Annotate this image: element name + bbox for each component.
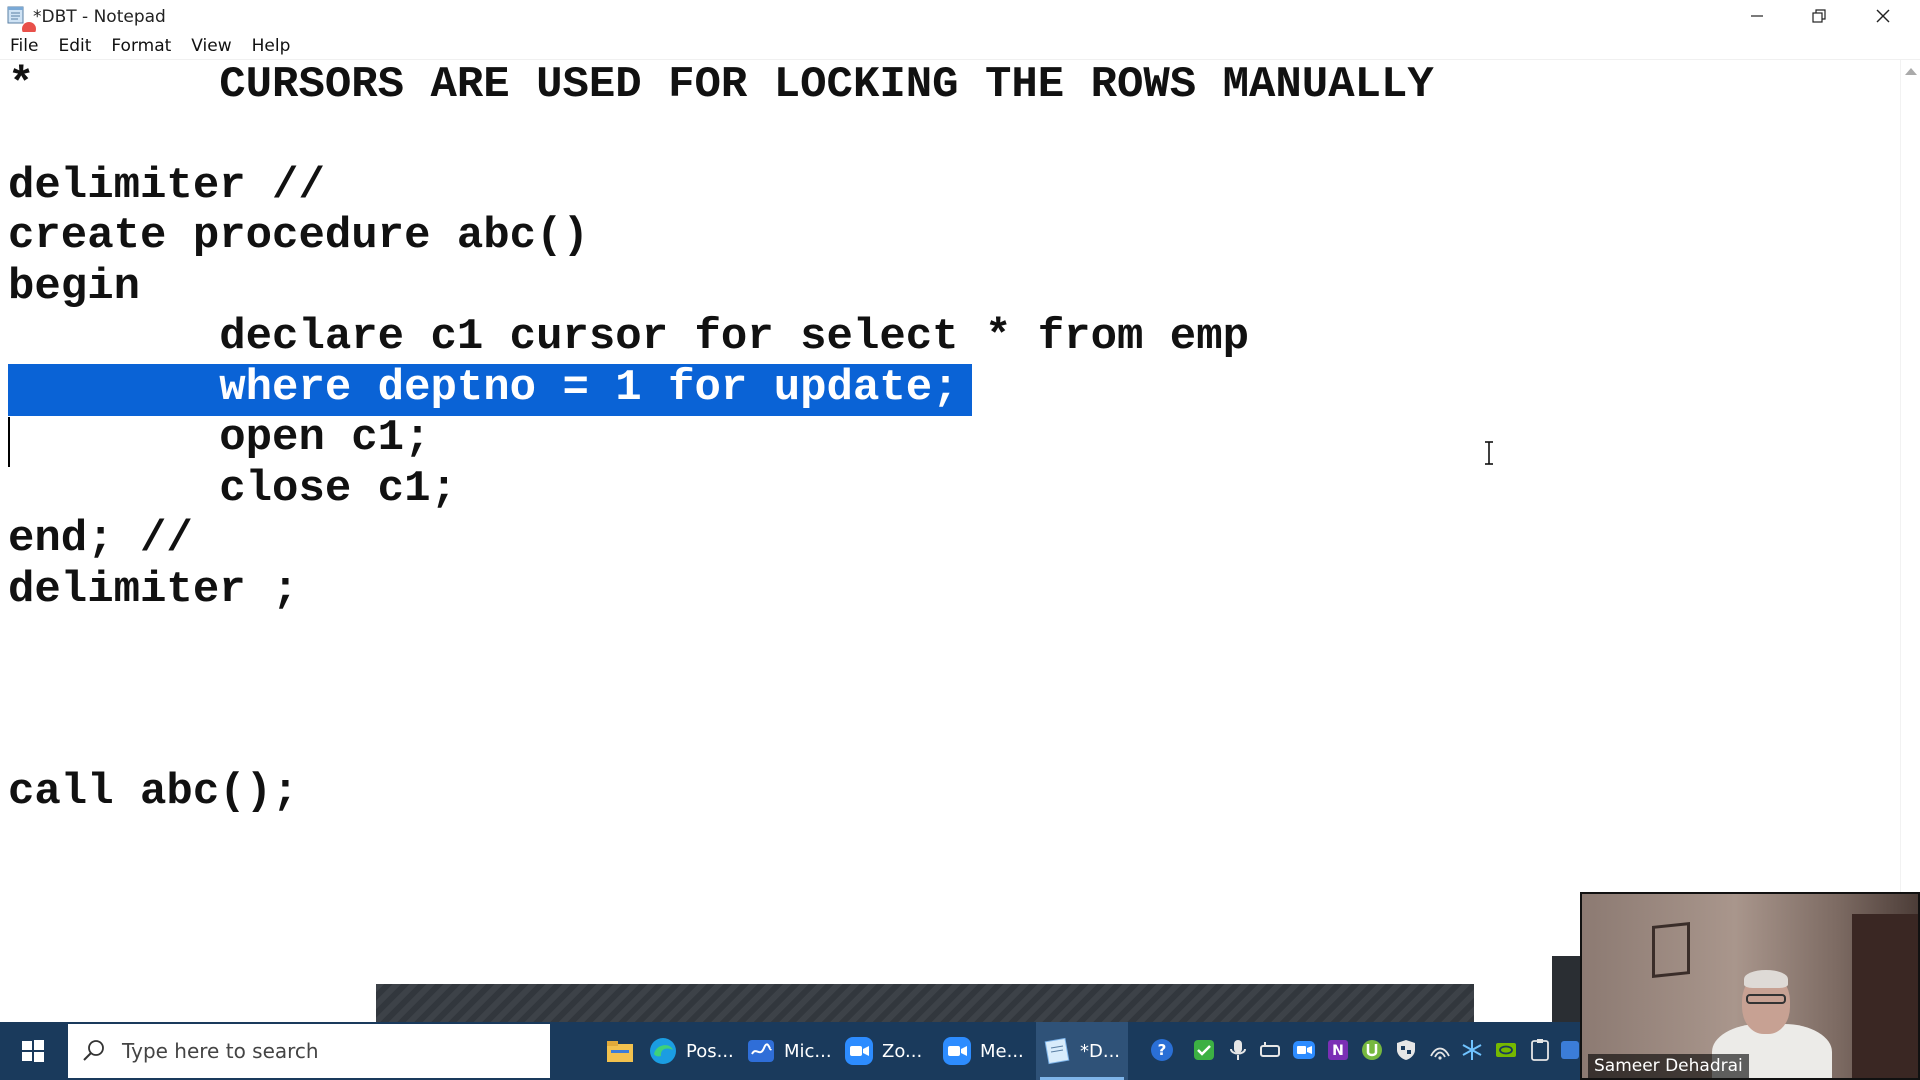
background-panel [1552,956,1582,1022]
text-editor[interactable]: * CURSORS ARE USED FOR LOCKING THE ROWS … [0,60,1900,1022]
zoom-tray-icon[interactable] [1292,1038,1316,1062]
start-button[interactable] [0,1022,66,1080]
taskbar-app-zoom-meeting[interactable]: Me... [938,1022,1036,1080]
notepad-icon [1044,1037,1070,1065]
taskbar-app-zoom[interactable]: Zo... [840,1022,938,1080]
taskbar-app-label: Pos... [686,1040,734,1062]
editor-content[interactable]: * CURSORS ARE USED FOR LOCKING THE ROWS … [8,60,1434,910]
network-drive-icon[interactable] [1258,1038,1282,1062]
editor-line: delimiter // [8,161,325,211]
scroll-up-icon[interactable] [1905,68,1917,75]
whiteboard-icon [748,1040,774,1062]
wifi-icon[interactable] [1428,1038,1452,1062]
taskbar-app-label: Mic... [784,1040,832,1062]
menu-help[interactable]: Help [242,32,301,59]
minimize-icon [1751,15,1763,17]
close-icon [1876,9,1890,23]
taskbar-app-notepad[interactable]: *D... [1036,1022,1128,1080]
window-title: *DBT - Notepad [33,7,166,27]
menu-bar: File Edit Format View Help [0,32,1920,60]
taskbar-app-label: *D... [1080,1040,1121,1062]
vertical-scrollbar[interactable] [1900,60,1920,1022]
app-tray-icon[interactable] [1558,1038,1582,1062]
microphone-icon[interactable] [1226,1038,1250,1062]
nvidia-icon[interactable] [1494,1038,1518,1062]
restore-button[interactable] [1788,0,1850,32]
defender-shield-icon[interactable] [1394,1038,1418,1062]
title-bar: *DBT - Notepad [0,0,1920,36]
menu-format[interactable]: Format [101,32,181,59]
editor-line: open c1; [8,413,431,463]
editor-line-selected: where deptno = 1 for update; [8,363,959,413]
restore-icon [1812,9,1826,23]
help-icon[interactable]: ? [1150,1038,1174,1062]
editor-line: * CURSORS ARE USED FOR LOCKING THE ROWS … [8,60,1434,110]
svg-text:?: ? [1158,1041,1167,1059]
menu-file[interactable]: File [0,32,48,59]
taskbar-app-edge[interactable]: Pos... [644,1022,742,1080]
editor-line: begin [8,262,141,312]
onenote-icon[interactable]: N [1326,1038,1350,1062]
search-placeholder: Type here to search [122,1039,319,1063]
editor-line: end; // [8,514,193,564]
taskbar-app-whiteboard[interactable]: Mic... [742,1022,840,1080]
search-icon [83,1040,104,1061]
editor-line: call abc(); [8,767,299,817]
taskbar-app-label: Zo... [882,1040,923,1062]
close-button[interactable] [1852,0,1914,32]
presenter-glasses [1746,994,1786,1004]
menu-edit[interactable]: Edit [48,32,101,59]
windows-logo-icon [22,1040,44,1062]
snowflake-icon[interactable] [1460,1038,1484,1062]
svg-text:N: N [1332,1043,1344,1059]
bookshelf [1852,914,1918,1078]
zoom-meeting-icon [943,1037,971,1065]
webcam-video-overlay: Sameer Dehadrai [1580,892,1920,1080]
taskbar-search-box[interactable]: Type here to search [68,1024,550,1078]
security-check-icon[interactable] [1192,1038,1216,1062]
editor-line: create procedure abc() [8,211,589,261]
minimize-button[interactable] [1726,0,1788,32]
edge-icon [650,1038,676,1064]
file-explorer-icon [607,1041,633,1062]
text-cursor-icon [1485,441,1493,465]
notepad-icon [7,6,24,24]
participant-name-label: Sameer Dehadrai [1588,1054,1749,1078]
clipboard-icon[interactable] [1528,1038,1552,1062]
screen-share-toolbar-strip [376,984,1474,1022]
wall-picture-frame [1652,922,1690,978]
editor-line: delimiter ; [8,565,299,615]
editor-line: close c1; [8,464,457,514]
editor-line: declare c1 cursor for select * from emp [8,312,1250,362]
taskbar-app-label: Me... [980,1040,1024,1062]
torrent-icon[interactable] [1360,1038,1384,1062]
menu-view[interactable]: View [181,32,241,59]
presenter-hair [1744,970,1788,988]
taskbar-app-file-explorer[interactable] [590,1022,650,1080]
zoom-icon [845,1037,873,1065]
